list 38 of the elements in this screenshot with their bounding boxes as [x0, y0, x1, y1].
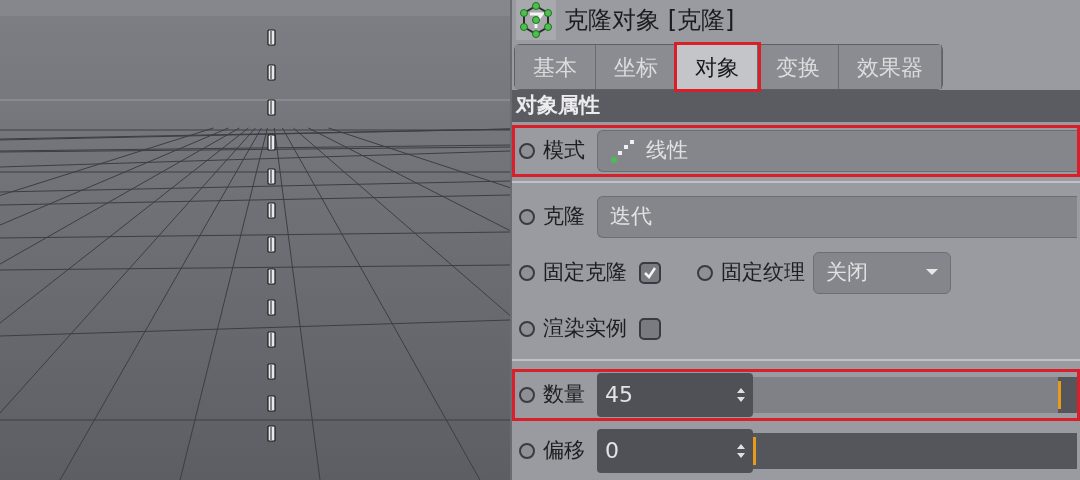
property-label: 固定克隆 [543, 258, 627, 286]
property-label: 固定纹理 [721, 258, 805, 286]
keyframe-radio[interactable] [519, 320, 535, 337]
tab[interactable]: 变换 [758, 45, 839, 89]
select-field[interactable]: 迭代 [597, 195, 1077, 238]
keyframe-radio[interactable] [697, 264, 713, 281]
checkmark-icon [643, 265, 657, 280]
keyframe-radio[interactable] [519, 442, 535, 459]
cloner-icon [516, 0, 556, 40]
number-field[interactable]: 0 [597, 428, 753, 473]
slider-track[interactable] [753, 376, 1077, 413]
keyframe-radio[interactable] [519, 142, 535, 159]
property-label: 模式 [543, 136, 585, 164]
tab[interactable]: 坐标 [596, 45, 677, 89]
property-label: 偏移 [543, 436, 585, 464]
spinner-arrows-icon [737, 443, 745, 458]
keyframe-radio[interactable] [519, 386, 535, 403]
number-field[interactable]: 45 [597, 372, 753, 417]
object-title: 克隆对象 [克隆] [564, 5, 735, 36]
checkbox[interactable] [639, 317, 661, 340]
slider-thumb[interactable] [1057, 380, 1061, 409]
dropdown[interactable]: 关闭 [813, 251, 951, 294]
tab[interactable]: 基本 [515, 45, 596, 89]
select-field[interactable]: 线性 [597, 129, 1077, 172]
section-header: 对象属性 [512, 90, 1080, 122]
caret-icon [926, 269, 938, 276]
property-label: 渲染实例 [543, 314, 627, 342]
slider-thumb[interactable] [753, 436, 756, 465]
property-label: 克隆 [543, 202, 585, 230]
keyframe-radio[interactable] [519, 264, 535, 281]
spinner-arrows-icon [737, 387, 745, 402]
linear-points-icon [610, 138, 634, 163]
keyframe-radio[interactable] [519, 208, 535, 225]
tab[interactable]: 对象 [677, 45, 758, 89]
slider-track[interactable] [753, 432, 1077, 469]
property-label: 数量 [543, 380, 585, 408]
tab[interactable]: 效果器 [839, 45, 942, 89]
checkbox[interactable] [639, 261, 661, 284]
